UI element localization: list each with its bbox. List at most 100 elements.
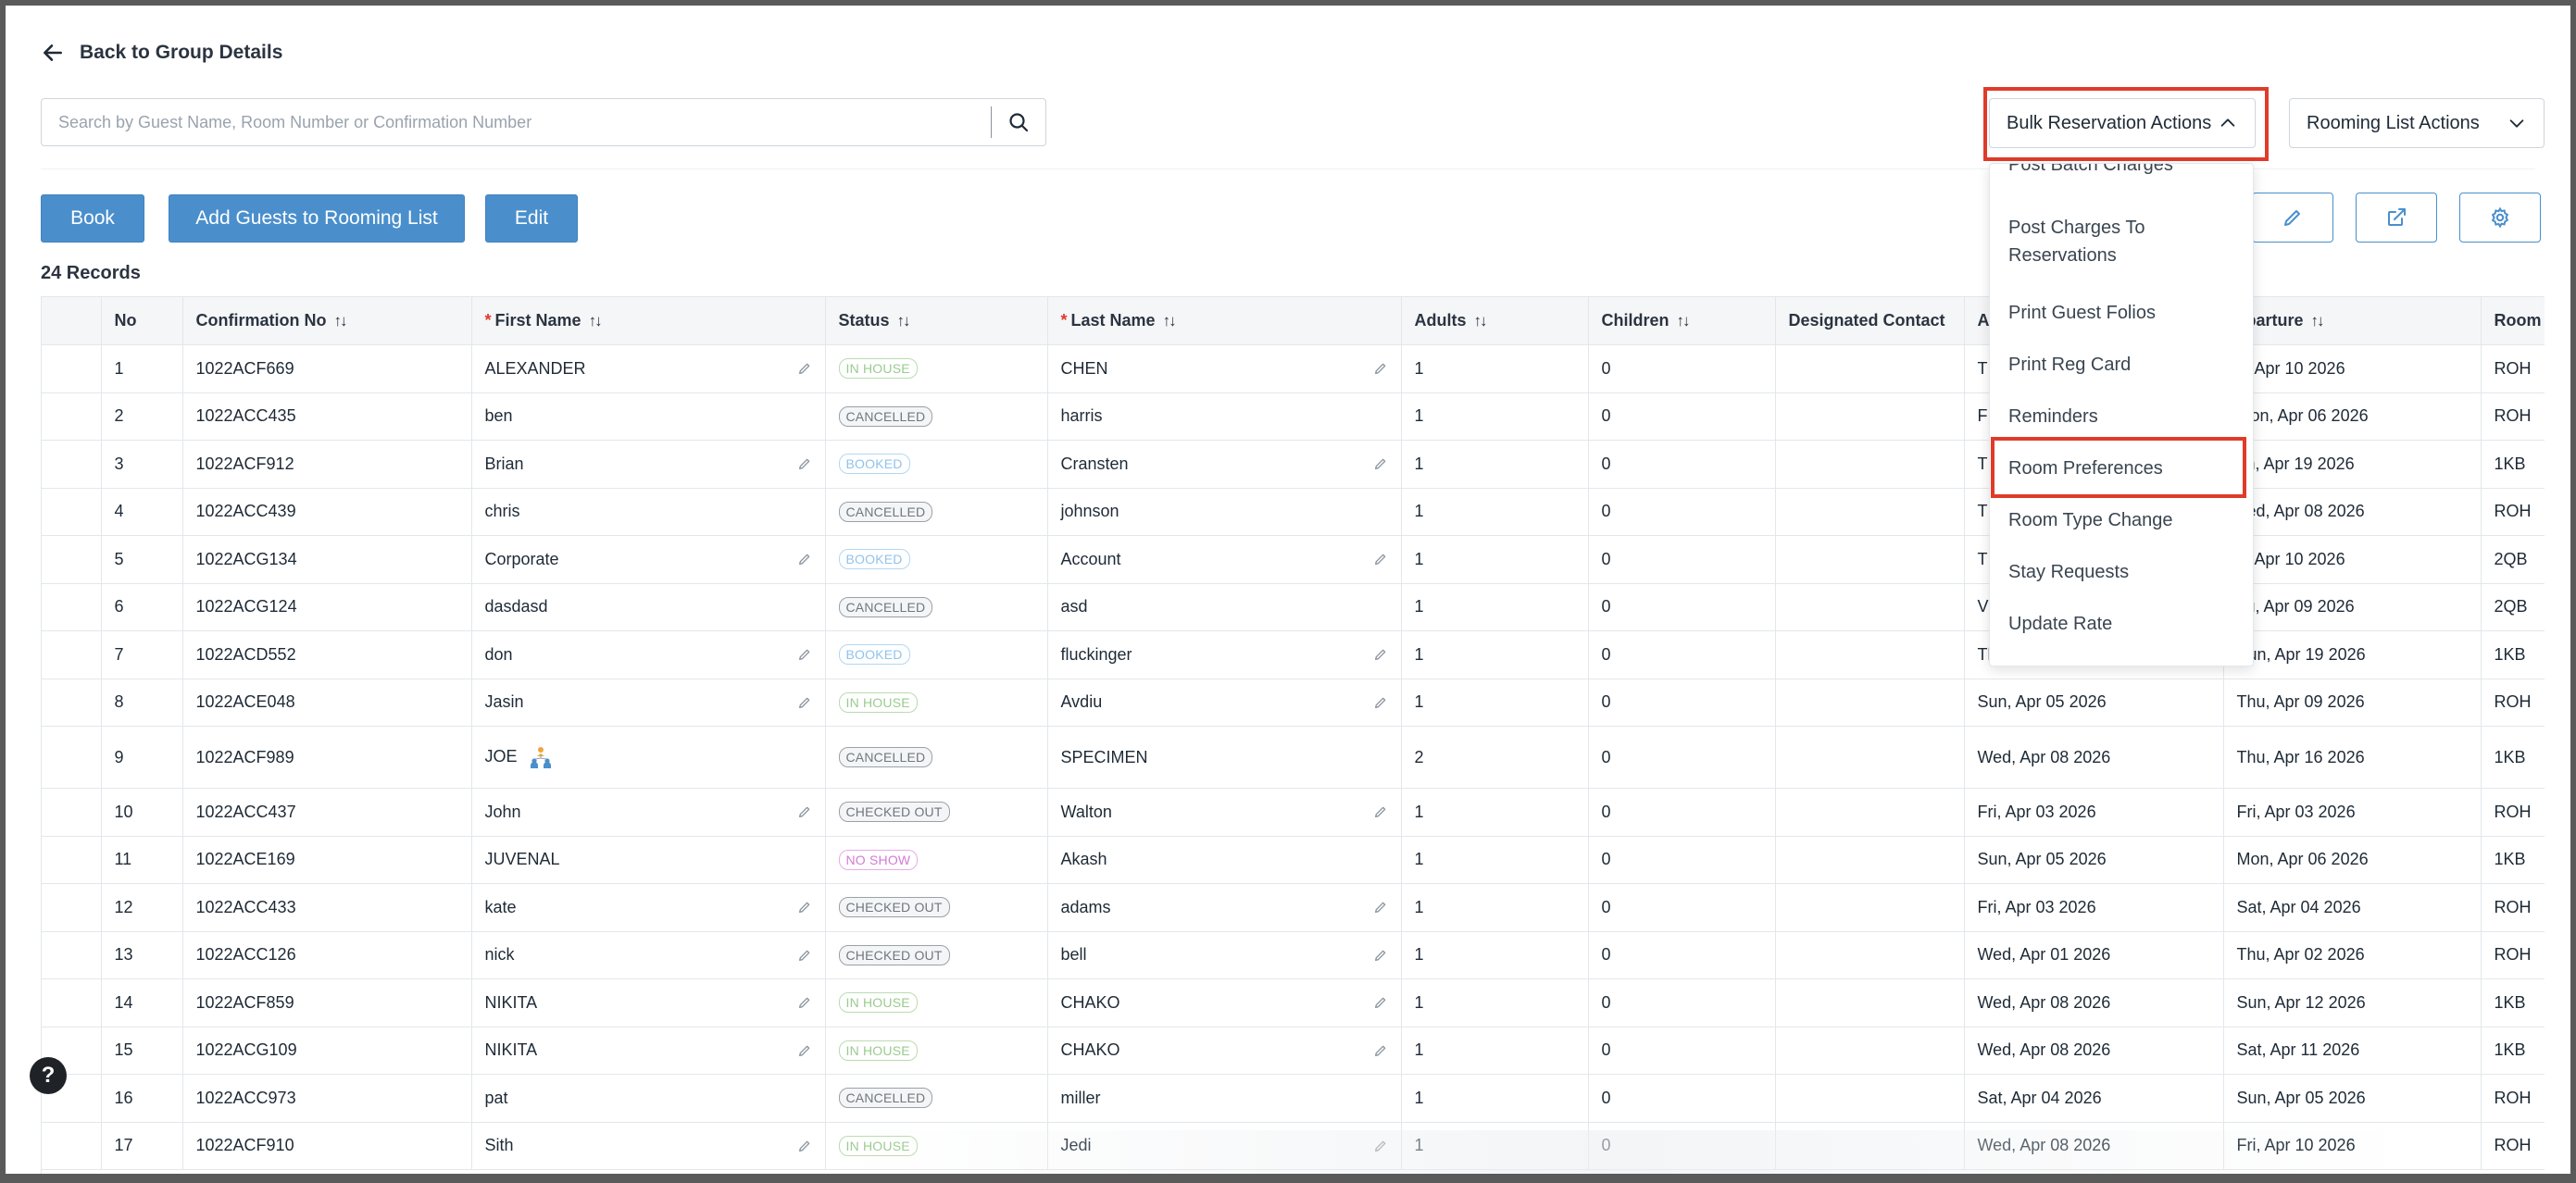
confirmation-number[interactable]: 1022ACG109 <box>182 1027 472 1075</box>
sort-icon[interactable]: ↑↓ <box>334 312 348 330</box>
confirmation-number[interactable]: 1022ACC433 <box>182 883 472 932</box>
edit-last-name-icon[interactable] <box>1373 456 1388 471</box>
table-row[interactable]: 14 1022ACF859 NIKITA IN HOUSE CHAKO 1 0 Wed, Ap… <box>42 978 2545 1027</box>
edit-first-name-icon[interactable] <box>797 900 812 915</box>
menu-item-post-batch-charges[interactable]: Post Batch Charges <box>1990 164 2253 179</box>
export-icon-button[interactable] <box>2356 193 2437 243</box>
confirmation-number[interactable]: 1022ACG124 <box>182 583 472 631</box>
edit-last-name-icon[interactable] <box>1373 948 1388 963</box>
last-name-cell[interactable]: Avdiu <box>1047 679 1402 727</box>
last-name-cell[interactable]: Walton <box>1047 788 1402 837</box>
last-name-cell[interactable]: fluckinger <box>1047 630 1402 679</box>
confirmation-number[interactable]: 1022ACF910 <box>182 1122 472 1170</box>
first-name-cell[interactable]: NIKITA <box>471 1027 826 1075</box>
table-row[interactable]: 11 1022ACE169 JUVENAL NO SHOW Akash 1 0 Sun, Ap… <box>42 836 2545 884</box>
row-select-cell[interactable] <box>42 583 102 631</box>
book-button[interactable]: Book <box>41 194 144 243</box>
edit-last-name-icon[interactable] <box>1373 647 1388 662</box>
last-name-cell[interactable]: Cransten <box>1047 440 1402 489</box>
menu-item-room-preferences[interactable]: Room Preferences <box>1990 455 2253 482</box>
bulk-reservation-actions-dropdown[interactable]: Bulk Reservation Actions <box>1989 98 2256 148</box>
last-name-cell[interactable]: johnson <box>1047 488 1402 536</box>
confirmation-number[interactable]: 1022ACD552 <box>182 630 472 679</box>
row-select-cell[interactable] <box>42 679 102 727</box>
confirmation-number[interactable]: 1022ACE048 <box>182 679 472 727</box>
menu-item-stay-requests[interactable]: Stay Requests <box>1990 558 2253 586</box>
first-name-cell[interactable]: NIKITA <box>471 978 826 1027</box>
rooming-list-actions-dropdown[interactable]: Rooming List Actions <box>2289 98 2545 148</box>
confirmation-number[interactable]: 1022ACC126 <box>182 931 472 979</box>
edit-first-name-icon[interactable] <box>797 361 812 376</box>
edit-last-name-icon[interactable] <box>1373 995 1388 1010</box>
first-name-cell[interactable]: kate <box>471 883 826 932</box>
confirmation-number[interactable]: 1022ACF912 <box>182 440 472 489</box>
first-name-cell[interactable]: dasdasd <box>471 583 826 631</box>
confirmation-number[interactable]: 1022ACC435 <box>182 392 472 441</box>
last-name-cell[interactable]: Jedi <box>1047 1122 1402 1170</box>
confirmation-number[interactable]: 1022ACE169 <box>182 836 472 884</box>
sort-icon[interactable]: ↑↓ <box>1677 312 1691 330</box>
table-row[interactable]: 8 1022ACE048 Jasin IN HOUSE Avdiu 1 0 Sun, Apr … <box>42 679 2545 727</box>
last-name-cell[interactable]: asd <box>1047 583 1402 631</box>
confirmation-number[interactable]: 1022ACC437 <box>182 788 472 837</box>
confirmation-number[interactable]: 1022ACC439 <box>182 488 472 536</box>
table-row[interactable]: 15 1022ACG109 NIKITA IN HOUSE CHAKO 1 0 Wed, Ap… <box>42 1027 2545 1075</box>
last-name-cell[interactable]: Akash <box>1047 836 1402 884</box>
table-row[interactable]: 13 1022ACC126 nick CHECKED OUT bell 1 0 Wed, Ap… <box>42 931 2545 979</box>
help-button[interactable]: ? <box>30 1057 67 1094</box>
row-select-cell[interactable] <box>42 883 102 932</box>
column-header-status[interactable]: Status ↑↓ <box>825 296 1048 345</box>
row-select-cell[interactable] <box>42 726 102 789</box>
first-name-cell[interactable]: Sith <box>471 1122 826 1170</box>
edit-first-name-icon[interactable] <box>797 804 812 819</box>
first-name-cell[interactable]: nick <box>471 931 826 979</box>
edit-first-name-icon[interactable] <box>797 995 812 1010</box>
column-header-adults[interactable]: Adults ↑↓ <box>1401 296 1589 345</box>
edit-first-name-icon[interactable] <box>797 552 812 567</box>
row-select-cell[interactable] <box>42 931 102 979</box>
settings-icon-button[interactable] <box>2459 193 2541 243</box>
edit-button[interactable]: Edit <box>485 194 578 243</box>
edit-last-name-icon[interactable] <box>1373 900 1388 915</box>
row-select-cell[interactable] <box>42 788 102 837</box>
first-name-cell[interactable]: JOE <box>471 726 826 789</box>
last-name-cell[interactable]: SPECIMEN <box>1047 726 1402 789</box>
edit-first-name-icon[interactable] <box>797 695 812 710</box>
edit-first-name-icon[interactable] <box>797 1139 812 1153</box>
table-row[interactable]: 16 1022ACC973 pat CANCELLED miller 1 0 Sat, Apr… <box>42 1074 2545 1123</box>
row-select-cell[interactable] <box>42 1122 102 1170</box>
column-header-last-name[interactable]: * Last Name ↑↓ <box>1047 296 1402 345</box>
edit-first-name-icon[interactable] <box>797 647 812 662</box>
row-select-cell[interactable] <box>42 978 102 1027</box>
menu-item-room-type-change[interactable]: Room Type Change <box>1990 506 2253 534</box>
table-row[interactable]: 9 1022ACF989 JOE CANCELLED SPECIMEN 2 0 Wed, Ap… <box>42 726 2545 789</box>
first-name-cell[interactable]: chris <box>471 488 826 536</box>
edit-first-name-icon[interactable] <box>797 456 812 471</box>
edit-last-name-icon[interactable] <box>1373 552 1388 567</box>
table-row[interactable]: 17 1022ACF910 Sith IN HOUSE Jedi 1 0 Wed, Apr 0… <box>42 1122 2545 1170</box>
table-row[interactable]: 12 1022ACC433 kate CHECKED OUT adams 1 0 Fri, A… <box>42 883 2545 932</box>
back-to-group-link[interactable]: Back to Group Details <box>41 41 282 65</box>
first-name-cell[interactable]: Brian <box>471 440 826 489</box>
first-name-cell[interactable]: JUVENAL <box>471 836 826 884</box>
first-name-cell[interactable]: Corporate <box>471 535 826 584</box>
first-name-cell[interactable]: John <box>471 788 826 837</box>
first-name-cell[interactable]: ALEXANDER <box>471 344 826 393</box>
table-row[interactable]: 10 1022ACC437 John CHECKED OUT Walton 1 0 Fri, … <box>42 788 2545 837</box>
edit-last-name-icon[interactable] <box>1373 804 1388 819</box>
column-header-first-name[interactable]: * First Name ↑↓ <box>471 296 826 345</box>
menu-item-post-charges-to-reservations[interactable]: Post Charges To Reservations <box>1990 214 2203 269</box>
last-name-cell[interactable]: bell <box>1047 931 1402 979</box>
menu-item-print-reg-card[interactable]: Print Reg Card <box>1990 351 2253 379</box>
edit-last-name-icon[interactable] <box>1373 1139 1388 1153</box>
first-name-cell[interactable]: pat <box>471 1074 826 1123</box>
column-header-confirmation[interactable]: Confirmation No ↑↓ <box>182 296 472 345</box>
last-name-cell[interactable]: adams <box>1047 883 1402 932</box>
edit-last-name-icon[interactable] <box>1373 695 1388 710</box>
last-name-cell[interactable]: Account <box>1047 535 1402 584</box>
last-name-cell[interactable]: CHAKO <box>1047 1027 1402 1075</box>
first-name-cell[interactable]: don <box>471 630 826 679</box>
sort-icon[interactable]: ↑↓ <box>897 312 911 330</box>
row-select-cell[interactable] <box>42 392 102 441</box>
sort-icon[interactable]: ↑↓ <box>2311 312 2325 330</box>
